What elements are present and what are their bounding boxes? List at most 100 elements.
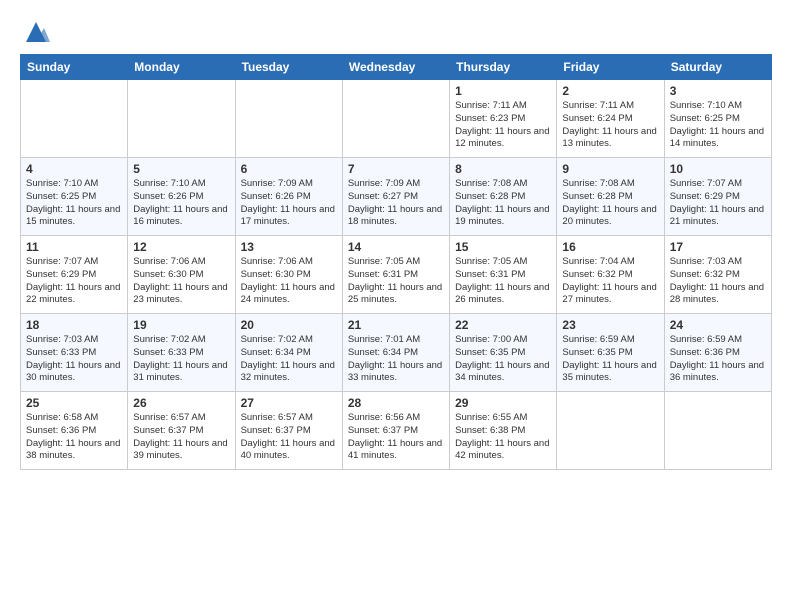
day-info: Sunrise: 6:57 AM Sunset: 6:37 PM Dayligh… xyxy=(241,412,337,463)
day-cell: 26 Sunrise: 6:57 AM Sunset: 6:37 PM Dayli… xyxy=(128,392,235,470)
day-info: Sunrise: 7:09 AM Sunset: 6:27 PM Dayligh… xyxy=(348,178,444,229)
day-info: Sunrise: 7:11 AM Sunset: 6:24 PM Dayligh… xyxy=(562,100,658,151)
day-cell: 21 Sunrise: 7:01 AM Sunset: 6:34 PM Dayli… xyxy=(342,314,449,392)
day-number: 2 xyxy=(562,84,658,98)
day-info: Sunrise: 7:03 AM Sunset: 6:32 PM Dayligh… xyxy=(670,256,766,307)
day-info: Sunrise: 7:02 AM Sunset: 6:33 PM Dayligh… xyxy=(133,334,229,385)
day-info: Sunrise: 7:09 AM Sunset: 6:26 PM Dayligh… xyxy=(241,178,337,229)
day-cell: 19 Sunrise: 7:02 AM Sunset: 6:33 PM Dayli… xyxy=(128,314,235,392)
day-cell: 17 Sunrise: 7:03 AM Sunset: 6:32 PM Dayli… xyxy=(664,236,771,314)
day-cell xyxy=(128,80,235,158)
weekday-header-monday: Monday xyxy=(128,55,235,80)
day-info: Sunrise: 7:07 AM Sunset: 6:29 PM Dayligh… xyxy=(670,178,766,229)
day-cell: 27Sunrise: 6:57 AM Sunset: 6:37 PM Dayli… xyxy=(235,392,342,470)
day-cell: 15 Sunrise: 7:05 AM Sunset: 6:31 PM Dayli… xyxy=(450,236,557,314)
day-cell: 10 Sunrise: 7:07 AM Sunset: 6:29 PM Dayli… xyxy=(664,158,771,236)
day-info: Sunrise: 7:11 AM Sunset: 6:23 PM Dayligh… xyxy=(455,100,551,151)
day-cell: 22 Sunrise: 7:00 AM Sunset: 6:35 PM Dayli… xyxy=(450,314,557,392)
logo xyxy=(20,16,50,46)
day-cell: 14Sunrise: 7:05 AM Sunset: 6:31 PM Dayli… xyxy=(342,236,449,314)
day-cell: 24 Sunrise: 6:59 AM Sunset: 6:36 PM Dayli… xyxy=(664,314,771,392)
day-cell: 16 Sunrise: 7:04 AM Sunset: 6:32 PM Dayli… xyxy=(557,236,664,314)
day-info: Sunrise: 7:06 AM Sunset: 6:30 PM Dayligh… xyxy=(241,256,337,307)
day-number: 20 xyxy=(241,318,337,332)
day-number: 11 xyxy=(26,240,122,254)
day-number: 7 xyxy=(348,162,444,176)
day-info: Sunrise: 7:03 AM Sunset: 6:33 PM Dayligh… xyxy=(26,334,122,385)
day-info: Sunrise: 7:02 AM Sunset: 6:34 PM Dayligh… xyxy=(241,334,337,385)
page: SundayMondayTuesdayWednesdayThursdayFrid… xyxy=(0,0,792,612)
day-info: Sunrise: 6:56 AM Sunset: 6:37 PM Dayligh… xyxy=(348,412,444,463)
day-info: Sunrise: 7:00 AM Sunset: 6:35 PM Dayligh… xyxy=(455,334,551,385)
weekday-header-friday: Friday xyxy=(557,55,664,80)
day-number: 10 xyxy=(670,162,766,176)
day-cell: 7 Sunrise: 7:09 AM Sunset: 6:27 PM Daylig… xyxy=(342,158,449,236)
day-cell: 9 Sunrise: 7:08 AM Sunset: 6:28 PM Daylig… xyxy=(557,158,664,236)
day-info: Sunrise: 6:59 AM Sunset: 6:36 PM Dayligh… xyxy=(670,334,766,385)
day-info: Sunrise: 7:10 AM Sunset: 6:26 PM Dayligh… xyxy=(133,178,229,229)
day-number: 23 xyxy=(562,318,658,332)
day-info: Sunrise: 7:08 AM Sunset: 6:28 PM Dayligh… xyxy=(455,178,551,229)
day-cell: 4 Sunrise: 7:10 AM Sunset: 6:25 PM Daylig… xyxy=(21,158,128,236)
day-number: 14 xyxy=(348,240,444,254)
day-number: 1 xyxy=(455,84,551,98)
day-number: 4 xyxy=(26,162,122,176)
week-row-3: 18 Sunrise: 7:03 AM Sunset: 6:33 PM Dayli… xyxy=(21,314,772,392)
day-number: 22 xyxy=(455,318,551,332)
calendar-table: SundayMondayTuesdayWednesdayThursdayFrid… xyxy=(20,54,772,470)
day-info: Sunrise: 7:01 AM Sunset: 6:34 PM Dayligh… xyxy=(348,334,444,385)
weekday-header-sunday: Sunday xyxy=(21,55,128,80)
day-cell xyxy=(342,80,449,158)
day-cell: 23 Sunrise: 6:59 AM Sunset: 6:35 PM Dayli… xyxy=(557,314,664,392)
day-number: 9 xyxy=(562,162,658,176)
day-number: 19 xyxy=(133,318,229,332)
day-info: Sunrise: 6:59 AM Sunset: 6:35 PM Dayligh… xyxy=(562,334,658,385)
day-cell xyxy=(21,80,128,158)
day-cell xyxy=(557,392,664,470)
day-info: Sunrise: 6:55 AM Sunset: 6:38 PM Dayligh… xyxy=(455,412,551,463)
day-cell: 18 Sunrise: 7:03 AM Sunset: 6:33 PM Dayli… xyxy=(21,314,128,392)
day-cell: 20 Sunrise: 7:02 AM Sunset: 6:34 PM Dayli… xyxy=(235,314,342,392)
day-cell: 28 Sunrise: 6:56 AM Sunset: 6:37 PM Dayli… xyxy=(342,392,449,470)
day-number: 12 xyxy=(133,240,229,254)
logo-icon xyxy=(22,18,50,46)
day-number: 26 xyxy=(133,396,229,410)
weekday-header-row: SundayMondayTuesdayWednesdayThursdayFrid… xyxy=(21,55,772,80)
weekday-header-wednesday: Wednesday xyxy=(342,55,449,80)
day-info: Sunrise: 7:10 AM Sunset: 6:25 PM Dayligh… xyxy=(26,178,122,229)
day-number: 6 xyxy=(241,162,337,176)
day-cell xyxy=(664,392,771,470)
day-info: Sunrise: 6:57 AM Sunset: 6:37 PM Dayligh… xyxy=(133,412,229,463)
week-row-1: 4 Sunrise: 7:10 AM Sunset: 6:25 PM Daylig… xyxy=(21,158,772,236)
day-info: Sunrise: 7:04 AM Sunset: 6:32 PM Dayligh… xyxy=(562,256,658,307)
day-number: 16 xyxy=(562,240,658,254)
day-cell: 8Sunrise: 7:08 AM Sunset: 6:28 PM Daylig… xyxy=(450,158,557,236)
day-cell: 2 Sunrise: 7:11 AM Sunset: 6:24 PM Daylig… xyxy=(557,80,664,158)
day-cell: 3 Sunrise: 7:10 AM Sunset: 6:25 PM Daylig… xyxy=(664,80,771,158)
day-number: 28 xyxy=(348,396,444,410)
day-number: 25 xyxy=(26,396,122,410)
day-info: Sunrise: 7:10 AM Sunset: 6:25 PM Dayligh… xyxy=(670,100,766,151)
day-number: 15 xyxy=(455,240,551,254)
day-number: 3 xyxy=(670,84,766,98)
day-cell: 13 Sunrise: 7:06 AM Sunset: 6:30 PM Dayli… xyxy=(235,236,342,314)
day-number: 21 xyxy=(348,318,444,332)
day-cell: 1 Sunrise: 7:11 AM Sunset: 6:23 PM Daylig… xyxy=(450,80,557,158)
day-cell: 6 Sunrise: 7:09 AM Sunset: 6:26 PM Daylig… xyxy=(235,158,342,236)
day-cell: 5 Sunrise: 7:10 AM Sunset: 6:26 PM Daylig… xyxy=(128,158,235,236)
day-info: Sunrise: 7:08 AM Sunset: 6:28 PM Dayligh… xyxy=(562,178,658,229)
day-cell: 25Sunrise: 6:58 AM Sunset: 6:36 PM Dayli… xyxy=(21,392,128,470)
day-number: 17 xyxy=(670,240,766,254)
day-number: 5 xyxy=(133,162,229,176)
day-number: 18 xyxy=(26,318,122,332)
day-info: Sunrise: 7:05 AM Sunset: 6:31 PM Dayligh… xyxy=(455,256,551,307)
day-info: Sunrise: 7:06 AM Sunset: 6:30 PM Dayligh… xyxy=(133,256,229,307)
day-number: 24 xyxy=(670,318,766,332)
weekday-header-saturday: Saturday xyxy=(664,55,771,80)
week-row-2: 11Sunrise: 7:07 AM Sunset: 6:29 PM Dayli… xyxy=(21,236,772,314)
weekday-header-tuesday: Tuesday xyxy=(235,55,342,80)
week-row-0: 1 Sunrise: 7:11 AM Sunset: 6:23 PM Daylig… xyxy=(21,80,772,158)
header xyxy=(20,16,772,46)
day-number: 13 xyxy=(241,240,337,254)
day-number: 29 xyxy=(455,396,551,410)
